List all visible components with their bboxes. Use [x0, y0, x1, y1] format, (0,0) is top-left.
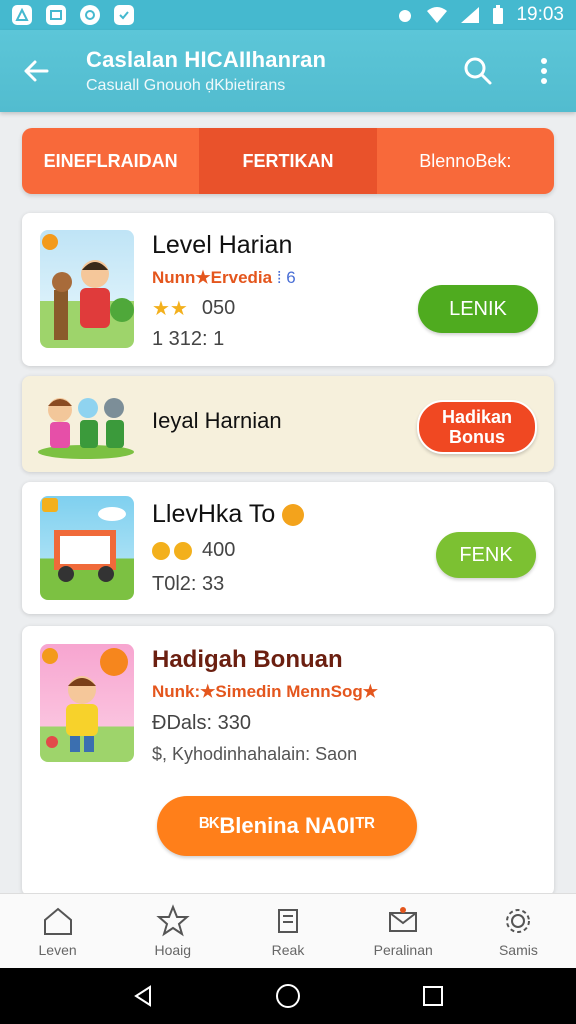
coin-icon: [174, 541, 192, 560]
nav-label-home: Leven: [38, 942, 77, 958]
level-score-1: 050: [201, 297, 236, 319]
star-house-icon: [156, 904, 190, 937]
level-title-3: LlevHka To: [152, 500, 305, 529]
level-card-3: LlevHka To 400 T0l2: 33 FENK: [22, 482, 554, 614]
level-coins-3: 400: [202, 539, 236, 561]
status-bar: 19:03: [0, 0, 576, 30]
nav-item-peralinan[interactable]: Peralinan: [346, 894, 461, 968]
page-title: Caslalan HICAIIhanran: [86, 47, 327, 72]
bottom-nav: Leven Hoaig Reak Peralinan Samis: [0, 893, 576, 968]
tab-bar: EINEFLRAIDAN FERTIKAN BlennoBek:: [22, 128, 554, 194]
alarm-icon: [399, 10, 412, 22]
level-title-text-3: LlevHka To: [152, 500, 276, 528]
level-meta-text-1: Nunn★Ervedia: [152, 268, 273, 287]
level-card-1: Level Harian Nunn★Ervedia ⁞ 6 ★★ 050 1 3…: [22, 213, 554, 366]
level-coins-row-3: 400: [152, 539, 235, 562]
level-stars-1: ★★: [152, 298, 188, 320]
circle-home-icon: [275, 984, 300, 1008]
mail-icon: [389, 907, 418, 932]
back-button[interactable]: [14, 49, 58, 93]
level-count-3: T0l2: 33: [152, 573, 225, 595]
system-back-button[interactable]: [123, 976, 163, 1016]
page-subtitle: Casuall Gnouoh ḍKbietirans: [86, 77, 286, 94]
battery-icon: [493, 5, 504, 24]
level-count-1: 1 312: 1: [152, 328, 225, 350]
square-recents-icon: [423, 986, 444, 1006]
bonus-line-4b: $, Kyhodinhahalain: Saon: [152, 744, 358, 764]
level-meta-1: Nunn★Ervedia ⁞ 6: [152, 268, 296, 288]
scroll-icon: [278, 909, 298, 933]
notification-clock-icon: [80, 5, 100, 25]
more-vert-icon: [541, 58, 547, 84]
home-icon: [43, 907, 72, 935]
nav-label-settings: Samis: [498, 942, 538, 958]
search-button[interactable]: [460, 53, 496, 89]
bonus-meta-4: Nunk:★Simedin MennSog★: [152, 682, 378, 701]
app-bar: Caslalan HICAIIhanran Casuall Gnouoh ḍKb…: [0, 30, 576, 112]
notification-app-icon: [12, 5, 32, 25]
triangle-back-icon: [133, 985, 151, 1007]
wifi-icon: [427, 7, 448, 23]
level-thumbnail-3: [40, 496, 134, 600]
nav-item-home[interactable]: Leven: [0, 894, 115, 968]
bonus-thumbnail-4: [40, 644, 134, 762]
tab-second[interactable]: FERTIKAN: [199, 128, 377, 194]
tab-first[interactable]: EINEFLRAIDAN: [22, 128, 199, 194]
bonus-line-4a: ÐDals: 330: [152, 712, 251, 734]
bonus-banner-button-label: Hadikan Bonus: [441, 407, 513, 447]
level-title-1: Level Harian: [152, 231, 293, 259]
characters-illustration: [38, 398, 134, 459]
system-recents-button[interactable]: [413, 976, 453, 1016]
level-thumbnail-1: [40, 230, 134, 348]
bonus-banner-button[interactable]: Hadikan Bonus: [417, 400, 537, 454]
coin-icon: [152, 541, 170, 560]
nav-item-settings[interactable]: Samis: [461, 894, 576, 968]
arrow-left-icon: [24, 60, 49, 82]
nav-item-reak[interactable]: Reak: [230, 894, 345, 968]
system-nav-bar: [0, 968, 576, 1024]
level-meta-suffix-1: ⁞ 6: [276, 268, 296, 287]
signal-icon: [461, 7, 480, 23]
notification-photo-icon: [46, 5, 66, 25]
more-options-button[interactable]: [526, 53, 562, 89]
bonus-banner-title: Ieyal Harnian: [152, 408, 282, 433]
level-score-row-1: ★★ 050: [152, 296, 235, 321]
bonus-card-4: Hadigah Bonuan Nunk:★Simedin MennSog★ ÐD…: [22, 626, 554, 896]
nav-label-reak: Reak: [271, 942, 305, 958]
tab-third[interactable]: BlennoBek:: [377, 128, 554, 194]
level-action-button-1[interactable]: LENIK: [418, 285, 538, 333]
level-action-button-3[interactable]: FENK: [436, 532, 536, 578]
nav-label-hoaig: Hoaig: [154, 942, 192, 958]
nav-item-hoaig[interactable]: Hoaig: [115, 894, 230, 968]
bonus-banner-card: Ieyal Harnian Hadikan Bonus: [22, 376, 554, 472]
status-time: 19:03: [516, 4, 564, 25]
notification-check-icon: [114, 5, 134, 25]
search-icon: [464, 57, 492, 85]
emoji-face-icon: [282, 504, 305, 527]
nav-label-peralinan: Peralinan: [373, 942, 433, 958]
gear-icon: [506, 909, 531, 933]
system-home-button[interactable]: [268, 976, 308, 1016]
bonus-title-4: Hadigah Bonuan: [152, 646, 343, 673]
bonus-claim-button[interactable]: ᴮᴷBlenina NA0Iᵀᴿ: [157, 796, 417, 856]
